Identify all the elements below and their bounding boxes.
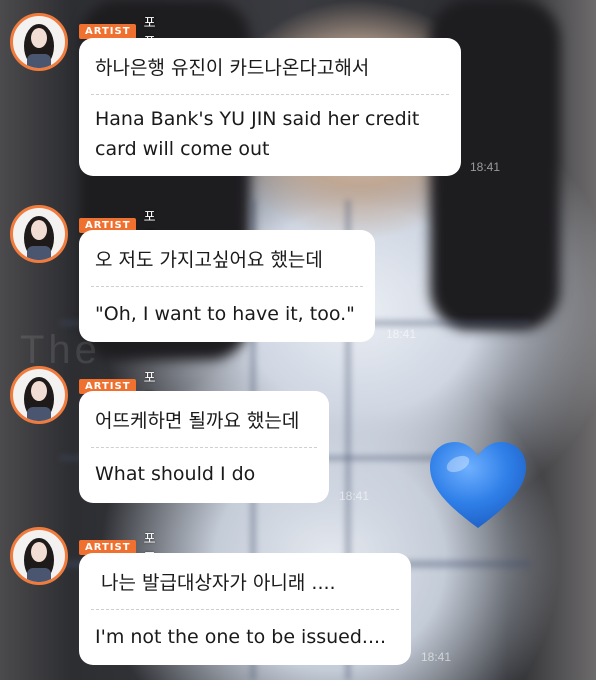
english-translation: "Oh, I want to have it, too.": [79, 287, 375, 329]
translation-line: "Oh, I want to have it, too.": [95, 303, 355, 325]
english-translation: What should I do: [79, 448, 329, 489]
message-timestamp: 18:41: [386, 327, 417, 341]
korean-text: 오 저도 가지고싶어요 했는데: [95, 248, 323, 271]
message-timestamp: 18:41: [470, 160, 501, 174]
message-timestamp: 18:41: [421, 650, 452, 664]
translation-line: What should I do: [95, 463, 256, 485]
message-bubble[interactable]: 하나은행 유진이 카드나온다고해서 Hana Bank's YU JIN sai…: [79, 38, 461, 176]
artist-avatar[interactable]: [10, 13, 68, 71]
artist-avatar[interactable]: [10, 527, 68, 585]
message-bubble[interactable]: 오 저도 가지고싶어요 했는데 "Oh, I want to have it, …: [79, 230, 375, 342]
english-translation: I'm not the one to be issued....: [79, 610, 411, 652]
artist-avatar[interactable]: [10, 205, 68, 263]
korean-text: 하나은행 유진이 카드나온다고해서: [95, 56, 370, 79]
artist-avatar[interactable]: [10, 366, 68, 424]
message-timestamp: 18:41: [339, 489, 370, 503]
translation-line: I'm not the one to be issued....: [95, 626, 387, 648]
blue-heart-icon: [430, 442, 526, 528]
english-translation: Hana Bank's YU JIN said her credit card …: [79, 95, 461, 164]
korean-text: 나는 발급대상자가 아니래 ....: [101, 571, 336, 594]
korean-text: 어뜨케하면 될까요 했는데: [95, 409, 300, 432]
message-bubble[interactable]: 어뜨케하면 될까요 했는데 What should I do: [79, 391, 329, 503]
translation-line: Hana Bank's YU JIN said her credit: [95, 108, 420, 130]
message-bubble[interactable]: 나는 발급대상자가 아니래 .... I'm not the one to be…: [79, 553, 411, 665]
artist-badge: ARTIST: [79, 23, 136, 39]
translation-line: card will come out: [95, 138, 270, 160]
